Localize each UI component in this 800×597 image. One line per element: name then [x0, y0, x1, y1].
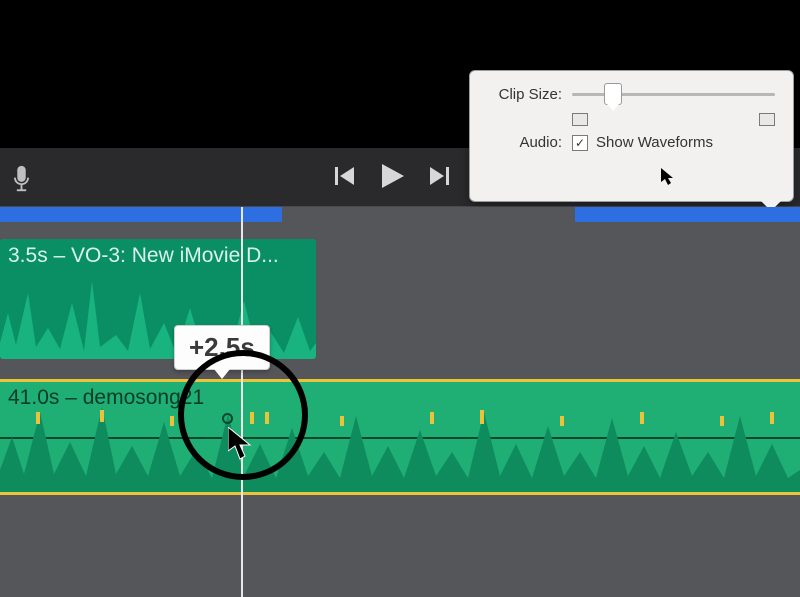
audio-clip-demosong[interactable]: 41.0s – demosong21 [0, 379, 800, 495]
drag-handle-icon[interactable] [222, 413, 233, 424]
timeline-marker-segment[interactable] [0, 207, 282, 222]
timeline[interactable]: 3.5s – VO-3: New iMovie D... [0, 207, 800, 597]
show-waveforms-label: Show Waveforms [596, 134, 713, 151]
clip-size-label: Clip Size: [488, 86, 562, 103]
cursor-icon [661, 168, 675, 191]
thumbnail-large-icon [759, 113, 775, 126]
transport-controls [334, 162, 450, 190]
thumbnail-small-icon [572, 113, 588, 126]
show-waveforms-checkbox[interactable]: ✓ [572, 135, 588, 151]
time-offset-tooltip: +2.5s [174, 325, 270, 370]
cursor-icon [228, 427, 254, 466]
audio-label: Audio: [488, 134, 562, 151]
next-button[interactable] [428, 165, 450, 187]
playhead[interactable] [241, 207, 243, 597]
microphone-icon[interactable] [10, 164, 33, 199]
timeline-marker-segment[interactable] [575, 207, 800, 222]
checkmark-icon: ✓ [575, 136, 585, 150]
previous-button[interactable] [334, 165, 356, 187]
slider-thumb[interactable] [604, 83, 622, 105]
play-button[interactable] [378, 162, 406, 190]
clip-title: 41.0s – demosong21 [0, 382, 212, 414]
clip-size-slider[interactable] [572, 85, 775, 103]
clip-title: 3.5s – VO-3: New iMovie D... [0, 239, 316, 273]
timeline-settings-popover: Clip Size: Audio: ✓ Show Waveforms [469, 70, 794, 202]
